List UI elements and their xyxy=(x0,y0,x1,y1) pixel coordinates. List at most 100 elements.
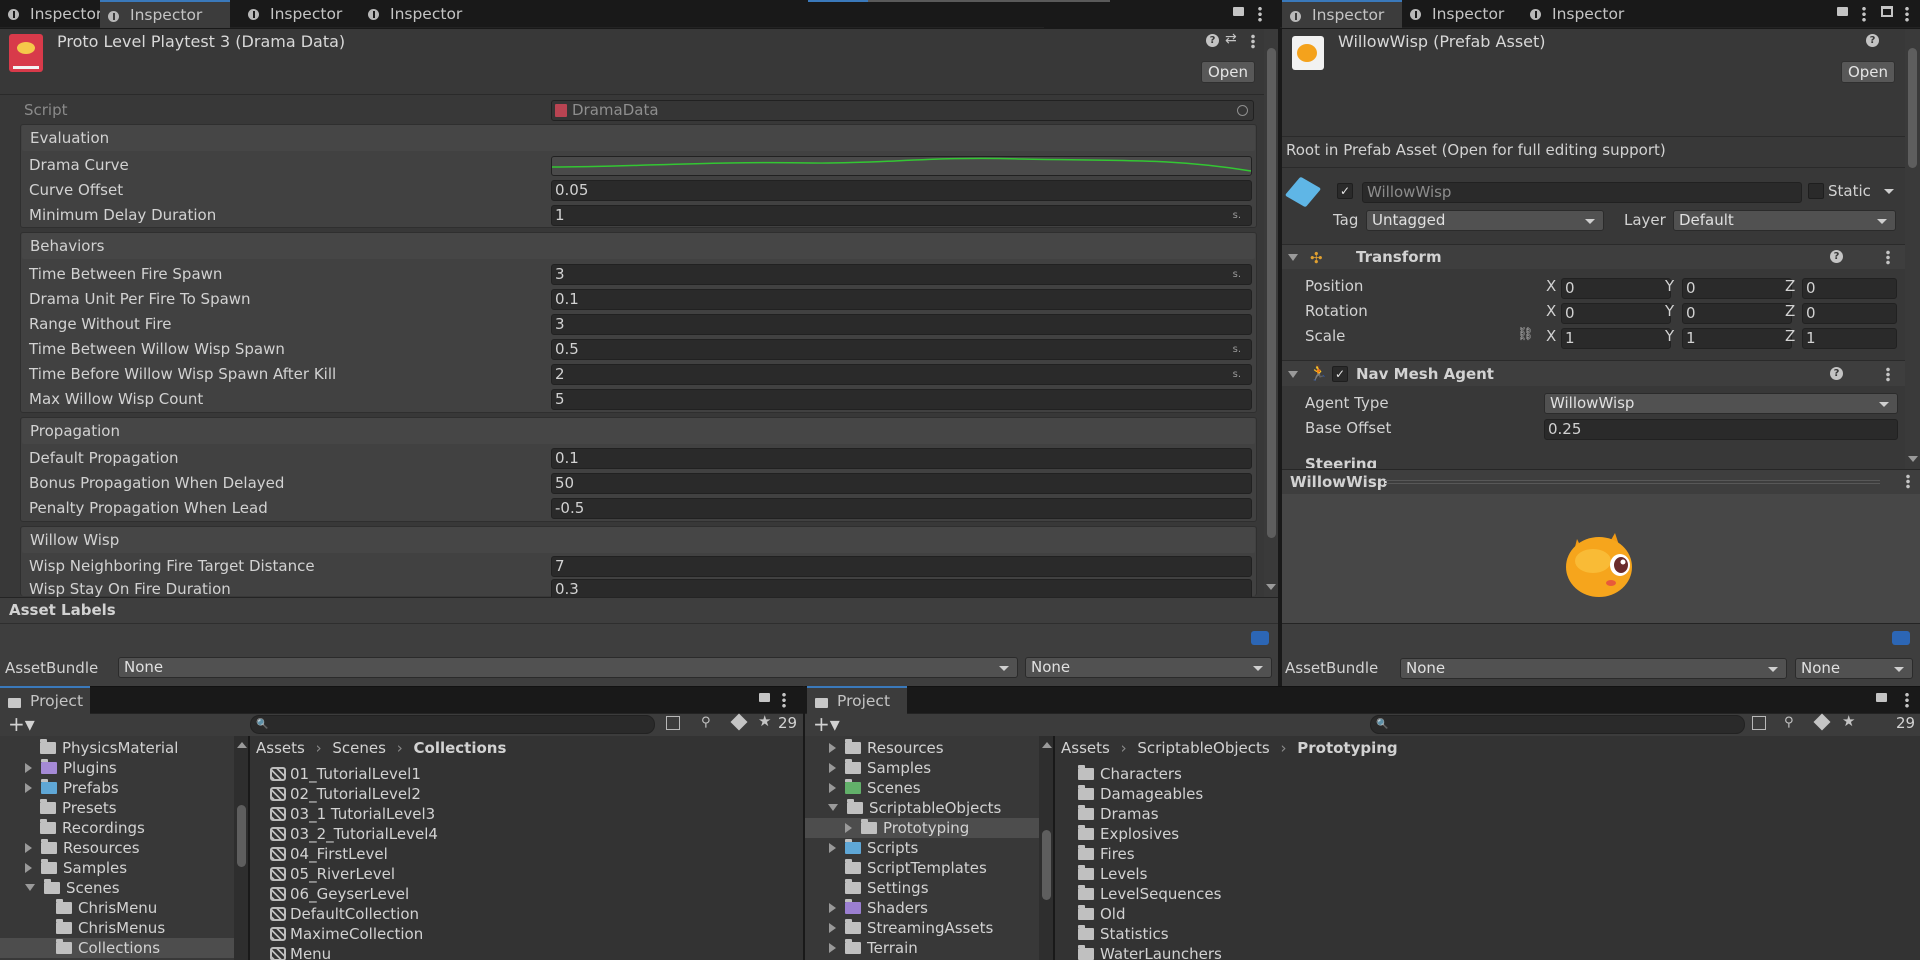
tree-item-scripts[interactable]: Scripts xyxy=(829,838,918,858)
list-item[interactable]: 05_RiverLevel xyxy=(270,864,395,884)
list-item[interactable]: 01_TutorialLevel1 xyxy=(270,764,421,784)
right-inspector-tab-1[interactable]: Inspector xyxy=(1282,0,1402,28)
navmesh-foldout-arrow[interactable] xyxy=(1288,371,1298,378)
right-inspector-scroll-thumb[interactable] xyxy=(1908,48,1917,168)
right-inspector-tab-2[interactable]: Inspector xyxy=(1402,0,1512,28)
help-icon[interactable]: ? xyxy=(1206,34,1219,47)
expand-arrow-icon[interactable] xyxy=(829,763,836,773)
expand-arrow-icon[interactable] xyxy=(25,783,32,793)
max-wisp-count-field[interactable]: 5 xyxy=(551,389,1252,410)
time-between-fire-spawn-field[interactable]: 3 s. xyxy=(551,264,1252,285)
scroll-down-arrow[interactable] xyxy=(1266,584,1276,590)
time-before-wisp-spawn-field[interactable]: 2 s. xyxy=(551,364,1252,385)
list-item[interactable]: 02_TutorialLevel2 xyxy=(270,784,421,804)
right-project-search[interactable]: 🔍 xyxy=(1370,715,1745,734)
expand-arrow-icon[interactable] xyxy=(829,783,836,793)
bonus-propagation-field[interactable]: 50 xyxy=(551,473,1252,494)
expand-arrow-icon[interactable] xyxy=(829,943,836,953)
list-item[interactable]: 04_FirstLevel xyxy=(270,844,388,864)
preset-icon[interactable]: ⇄ xyxy=(1225,31,1237,47)
position-y-label[interactable]: Y xyxy=(1665,277,1674,295)
tree-item-collections[interactable]: Collections xyxy=(56,938,160,958)
scale-z-field[interactable]: 1 xyxy=(1802,328,1897,349)
breadcrumb-scenes[interactable]: Scenes xyxy=(332,739,386,757)
navmesh-menu-icon[interactable] xyxy=(1886,367,1890,382)
rotation-x-field[interactable]: 0 xyxy=(1561,303,1671,324)
list-item[interactable]: 03_1 TutorialLevel3 xyxy=(270,804,435,824)
right-create-button[interactable]: +▾ xyxy=(813,713,840,735)
list-item[interactable]: LevelSequences xyxy=(1078,884,1221,904)
list-item[interactable]: WaterLaunchers xyxy=(1078,944,1222,960)
help-icon[interactable]: ? xyxy=(1830,367,1843,380)
expand-arrow-icon[interactable] xyxy=(845,823,852,833)
list-item[interactable]: Statistics xyxy=(1078,924,1169,944)
right-project-lock[interactable] xyxy=(1876,693,1887,702)
left-project-lock[interactable] xyxy=(759,693,770,702)
object-picker-icon[interactable] xyxy=(1237,105,1248,116)
right-open-button[interactable]: Open xyxy=(1841,61,1895,83)
right-search-by-type-icon[interactable] xyxy=(1752,716,1766,730)
list-item[interactable]: Levels xyxy=(1078,864,1147,884)
tree-item-settings[interactable]: Settings xyxy=(845,878,929,898)
right-assetbundle-variant-dropdown[interactable]: None xyxy=(1795,658,1913,679)
list-item[interactable]: Old xyxy=(1078,904,1126,924)
base-offset-field[interactable]: 0.25 xyxy=(1544,419,1898,440)
position-y-field[interactable]: 0 xyxy=(1682,278,1792,299)
list-item[interactable]: 06_GeyserLevel xyxy=(270,884,409,904)
static-checkbox[interactable] xyxy=(1808,183,1824,199)
drama-curve-field[interactable] xyxy=(551,156,1252,176)
time-between-wisp-spawn-field[interactable]: 0.5 s. xyxy=(551,339,1252,360)
transform-foldout-arrow[interactable] xyxy=(1288,254,1298,261)
rotation-z-field[interactable]: 0 xyxy=(1802,303,1897,324)
collapse-arrow-icon[interactable] xyxy=(828,804,838,811)
list-item[interactable]: DefaultCollection xyxy=(270,904,419,924)
tree-item-presets[interactable]: Presets xyxy=(40,798,117,818)
minimum-delay-field[interactable]: 1 s. xyxy=(551,205,1252,226)
left-inspector-tab-4[interactable]: Inspector xyxy=(360,0,462,28)
left-inspector-lock[interactable] xyxy=(1233,7,1244,16)
range-without-fire-field[interactable]: 3 xyxy=(551,314,1252,335)
position-x-label[interactable]: X xyxy=(1546,277,1556,295)
right-scroll-down-arrow[interactable] xyxy=(1908,456,1918,462)
breadcrumb-assets[interactable]: Assets xyxy=(256,739,305,757)
tree-item-prefabs[interactable]: Prefabs xyxy=(25,778,119,798)
wisp-neighboring-distance-field[interactable]: 7 xyxy=(551,556,1252,577)
tree-item-terrain[interactable]: Terrain xyxy=(829,938,918,958)
scale-y-label[interactable]: Y xyxy=(1665,327,1674,345)
right-project-menu-icon[interactable] xyxy=(1905,692,1909,708)
breadcrumb-prototyping[interactable]: Prototyping xyxy=(1297,739,1397,757)
right-inspector-lock[interactable] xyxy=(1837,7,1848,16)
expand-arrow-icon[interactable] xyxy=(829,923,836,933)
expand-arrow-icon[interactable] xyxy=(25,763,32,773)
list-item[interactable]: Fires xyxy=(1078,844,1135,864)
list-item[interactable]: 03_2_TutorialLevel4 xyxy=(270,824,438,844)
tree-item-scripttemplates[interactable]: ScriptTemplates xyxy=(845,858,987,878)
tree-item-samples[interactable]: Samples xyxy=(829,758,931,778)
drama-unit-per-fire-field[interactable]: 0.1 xyxy=(551,289,1252,310)
help-icon[interactable]: ? xyxy=(1830,250,1843,263)
scale-y-field[interactable]: 1 xyxy=(1682,328,1792,349)
left-inspector-tab-2[interactable]: Inspector xyxy=(100,0,230,28)
willow-wisp-header[interactable]: Willow Wisp xyxy=(22,527,1255,553)
left-project-menu-icon[interactable] xyxy=(782,692,786,708)
list-item[interactable]: Dramas xyxy=(1078,804,1159,824)
filter-icon[interactable]: ⚲ xyxy=(701,715,711,730)
tree-item-samples[interactable]: Samples xyxy=(25,858,127,878)
left-tree-scroll-thumb[interactable] xyxy=(237,805,246,867)
tree-item-shaders[interactable]: Shaders xyxy=(829,898,928,918)
help-icon[interactable]: ? xyxy=(1866,34,1879,47)
transform-menu-icon[interactable] xyxy=(1886,250,1890,265)
curve-offset-field[interactable]: 0.05 xyxy=(551,180,1252,201)
tree-item-physicsmaterial[interactable]: PhysicsMaterial xyxy=(40,738,178,758)
tree-item-recordings[interactable]: Recordings xyxy=(40,818,145,838)
tree-item-streamingassets[interactable]: StreamingAssets xyxy=(829,918,993,938)
expand-arrow-icon[interactable] xyxy=(25,863,32,873)
list-item[interactable]: MaximeCollection xyxy=(270,924,423,944)
left-hidden-count[interactable]: 29 xyxy=(778,714,797,732)
right-inspector-tab-3[interactable]: Inspector xyxy=(1522,0,1632,28)
tree-item-chrismenus[interactable]: ChrisMenus xyxy=(56,918,165,938)
search-by-type-icon[interactable] xyxy=(666,716,680,730)
rotation-y-field[interactable]: 0 xyxy=(1682,303,1792,324)
preview-menu-icon[interactable] xyxy=(1906,474,1910,489)
agent-type-dropdown[interactable]: WillowWisp xyxy=(1544,393,1898,414)
